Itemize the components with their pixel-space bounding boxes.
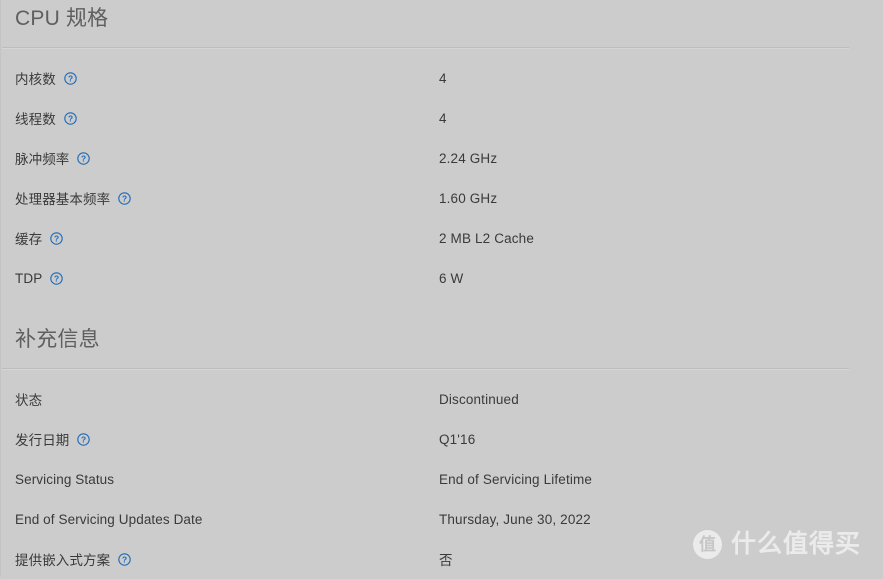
row-label: 脉冲频率 ? bbox=[15, 148, 439, 168]
help-circle-icon[interactable]: ? bbox=[77, 151, 91, 165]
row-label: 线程数 ? bbox=[15, 108, 439, 128]
table-row: Servicing Status End of Servicing Lifeti… bbox=[15, 459, 883, 499]
table-row: 提供嵌入式方案 ? 否 bbox=[15, 539, 883, 579]
table-row: 处理器基本频率 ? 1.60 GHz bbox=[15, 178, 883, 218]
svg-text:?: ? bbox=[54, 273, 59, 283]
row-value: 6 W bbox=[439, 270, 464, 286]
row-value: 1.60 GHz bbox=[439, 190, 498, 206]
table-row: 线程数 ? 4 bbox=[15, 98, 883, 138]
row-label-text: 内核数 bbox=[15, 72, 56, 87]
help-circle-icon[interactable]: ? bbox=[118, 552, 131, 566]
svg-text:?: ? bbox=[81, 153, 86, 163]
row-value: 4 bbox=[439, 70, 447, 86]
row-label: 发行日期 ? bbox=[15, 429, 439, 449]
spec-row-list: 内核数 ? 4 线程数 ? 4 脉冲频率 ? 2.24 GHz 处理器基本频率 … bbox=[1, 49, 883, 298]
svg-text:?: ? bbox=[81, 434, 86, 444]
row-label: 状态 bbox=[15, 389, 439, 409]
row-label-text: 提供嵌入式方案 bbox=[15, 553, 111, 568]
row-label-text: 处理器基本频率 bbox=[15, 192, 111, 207]
row-value: 4 bbox=[439, 110, 447, 126]
row-value: Q1'16 bbox=[439, 431, 476, 447]
row-value: Discontinued bbox=[439, 391, 519, 407]
row-value: 否 bbox=[439, 553, 453, 568]
row-label-text: TDP bbox=[15, 270, 43, 286]
row-label-text: 缓存 bbox=[15, 232, 43, 247]
section-supplemental-info: 补充信息 状态 Discontinued 发行日期 ? Q1'16 Servic… bbox=[1, 298, 883, 579]
table-row: TDP ? 6 W bbox=[15, 258, 883, 298]
row-label-text: 发行日期 bbox=[15, 433, 70, 448]
svg-text:?: ? bbox=[122, 193, 127, 203]
row-label: 处理器基本频率 ? bbox=[15, 188, 439, 208]
row-label-text: 脉冲频率 bbox=[15, 152, 70, 167]
section-title: 补充信息 bbox=[15, 328, 100, 351]
help-circle-icon[interactable]: ? bbox=[50, 231, 63, 245]
table-row: 内核数 ? 4 bbox=[15, 58, 883, 98]
table-row: 状态 Discontinued bbox=[15, 379, 883, 419]
spec-row-list: 状态 Discontinued 发行日期 ? Q1'16 Servicing S… bbox=[1, 370, 883, 579]
table-row: 发行日期 ? Q1'16 bbox=[15, 419, 883, 459]
row-label: 缓存 ? bbox=[15, 228, 439, 248]
row-value: 2.24 GHz bbox=[439, 150, 498, 166]
table-row: End of Servicing Updates Date Thursday, … bbox=[15, 499, 883, 539]
svg-text:?: ? bbox=[68, 73, 73, 83]
row-value: End of Servicing Lifetime bbox=[439, 471, 593, 487]
svg-text:?: ? bbox=[122, 554, 127, 564]
row-label: End of Servicing Updates Date bbox=[15, 512, 439, 527]
row-label: 提供嵌入式方案 ? bbox=[15, 549, 439, 569]
table-row: 缓存 ? 2 MB L2 Cache bbox=[15, 218, 883, 258]
help-circle-icon[interactable]: ? bbox=[118, 191, 131, 205]
spec-page: CPU 规格 内核数 ? 4 线程数 ? 4 脉冲频率 ? 2.24 GHz 处… bbox=[0, 0, 883, 577]
row-label: Servicing Status bbox=[15, 472, 439, 487]
row-label-text: End of Servicing Updates Date bbox=[15, 511, 203, 527]
help-circle-icon[interactable]: ? bbox=[64, 71, 77, 85]
row-value: Thursday, June 30, 2022 bbox=[439, 511, 591, 527]
svg-text:?: ? bbox=[68, 113, 73, 123]
row-label-text: Servicing Status bbox=[15, 471, 115, 487]
row-label: TDP ? bbox=[15, 271, 439, 286]
help-circle-icon[interactable]: ? bbox=[50, 271, 64, 285]
row-label: 内核数 ? bbox=[15, 68, 439, 88]
svg-text:?: ? bbox=[54, 233, 59, 243]
row-label-text: 线程数 bbox=[15, 112, 56, 127]
section-cpu-specs: CPU 规格 内核数 ? 4 线程数 ? 4 脉冲频率 ? 2.24 GHz 处… bbox=[1, 0, 883, 298]
section-title: CPU 规格 bbox=[15, 7, 109, 30]
row-label-text: 状态 bbox=[15, 393, 43, 408]
help-circle-icon[interactable]: ? bbox=[64, 111, 77, 125]
row-value: 2 MB L2 Cache bbox=[439, 230, 534, 246]
table-row: 脉冲频率 ? 2.24 GHz bbox=[15, 138, 883, 178]
help-circle-icon[interactable]: ? bbox=[77, 432, 91, 446]
